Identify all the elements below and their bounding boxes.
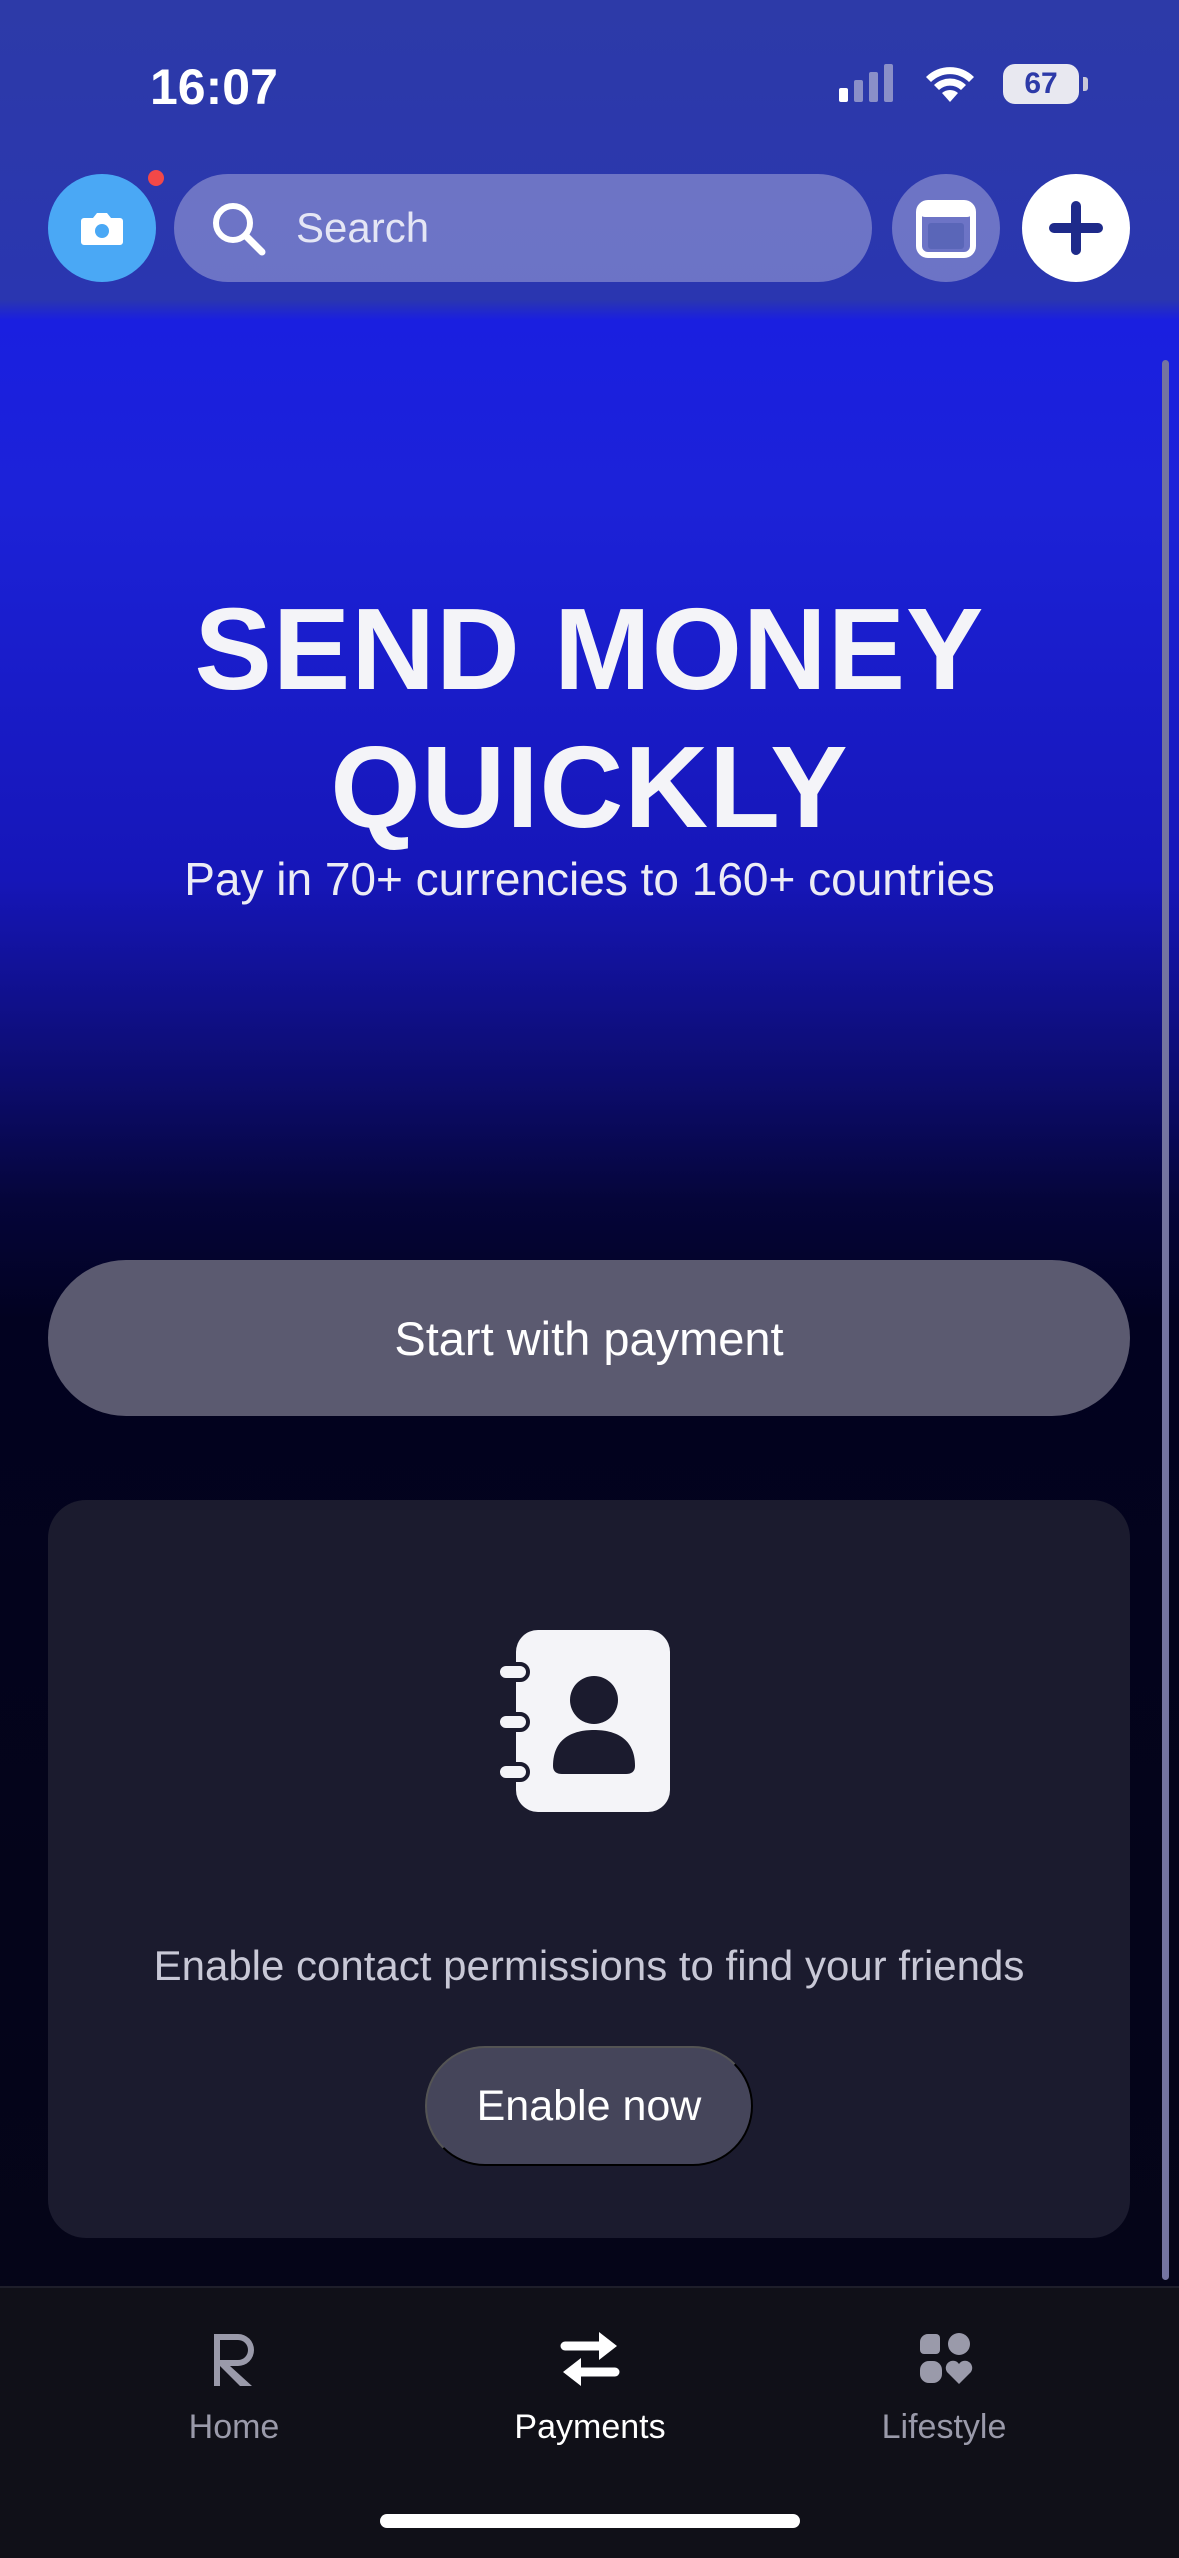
nav-payments-label: Payments — [514, 2408, 666, 2446]
start-with-payment-button[interactable]: Start with payment — [48, 1260, 1130, 1416]
battery-level: 67 — [1024, 67, 1058, 100]
payments-screen: 16:07 67 Search SEND MONEY QUICKLY Pay i… — [0, 0, 1179, 2558]
notification-dot — [148, 170, 164, 186]
nav-home[interactable]: Home — [94, 2322, 374, 2447]
battery-indicator: 67 — [1003, 64, 1088, 104]
search-bar[interactable]: Search — [174, 174, 872, 282]
add-button[interactable] — [1022, 174, 1130, 282]
scrollbar[interactable] — [1162, 360, 1169, 2280]
calendar-icon — [916, 200, 976, 258]
contacts-permission-card: Enable contact permissions to find your … — [48, 1500, 1130, 2238]
nav-home-label: Home — [188, 2408, 280, 2446]
nav-lifestyle[interactable]: Lifestyle — [804, 2322, 1084, 2447]
camera-icon — [81, 213, 123, 245]
wifi-icon — [926, 67, 974, 102]
status-time: 16:07 — [150, 59, 278, 115]
nav-lifestyle-label: Lifestyle — [881, 2408, 1007, 2446]
contacts-permission-message: Enable contact permissions to find your … — [153, 1942, 1025, 1989]
search-icon — [213, 203, 266, 256]
transfer-arrows-icon — [560, 2332, 620, 2386]
contact-book-icon — [498, 1630, 670, 1812]
search-placeholder: Search — [296, 204, 430, 251]
signal-icon — [839, 64, 893, 102]
plus-icon — [1049, 201, 1103, 255]
top-header: Search — [0, 170, 1179, 306]
hero-subtitle: Pay in 70+ currencies to 160+ countries — [184, 853, 995, 905]
revolut-r-icon — [214, 2334, 254, 2386]
lifestyle-icon — [920, 2333, 973, 2384]
camera-button[interactable] — [48, 174, 156, 282]
home-indicator — [380, 2514, 800, 2528]
hero-title: SEND MONEY QUICKLY — [194, 584, 985, 852]
enable-now-button[interactable]: Enable now — [425, 2046, 753, 2166]
nav-payments[interactable]: Payments — [450, 2322, 730, 2447]
calendar-button[interactable] — [892, 174, 1000, 282]
status-icons: 67 — [837, 64, 1088, 104]
